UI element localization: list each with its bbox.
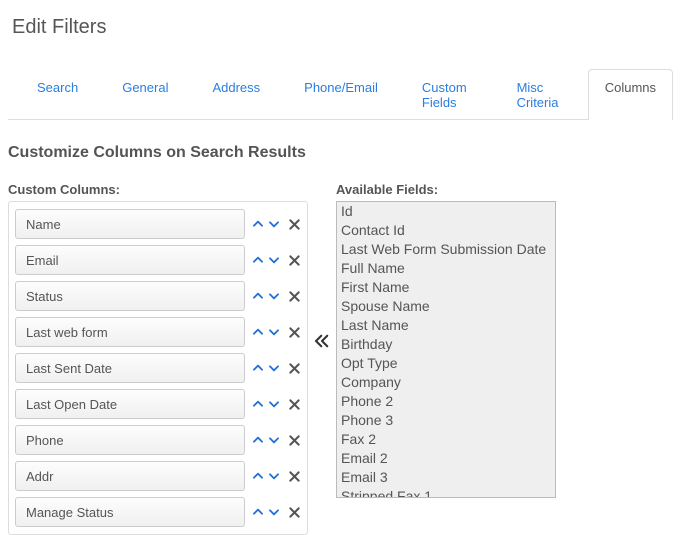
custom-column-input[interactable] bbox=[15, 317, 245, 347]
move-left-button[interactable] bbox=[313, 332, 331, 353]
move-down-icon[interactable] bbox=[267, 325, 281, 339]
custom-column-input[interactable] bbox=[15, 389, 245, 419]
custom-column-input[interactable] bbox=[15, 281, 245, 311]
available-fields-list[interactable]: IdContact IdLast Web Form Submission Dat… bbox=[336, 201, 556, 498]
custom-column-row bbox=[15, 245, 301, 275]
remove-icon[interactable] bbox=[287, 325, 301, 339]
available-field-item[interactable]: Stripped Fax 1 bbox=[339, 487, 553, 498]
custom-column-row bbox=[15, 353, 301, 383]
move-down-icon[interactable] bbox=[267, 433, 281, 447]
tab-address[interactable]: Address bbox=[195, 69, 277, 120]
tabs-bar: SearchGeneralAddressPhone/EmailCustom Fi… bbox=[8, 69, 673, 120]
available-field-item[interactable]: Spouse Name bbox=[339, 297, 553, 316]
available-field-item[interactable]: Last Name bbox=[339, 316, 553, 335]
available-field-item[interactable]: Company bbox=[339, 373, 553, 392]
available-field-item[interactable]: Phone 2 bbox=[339, 392, 553, 411]
row-controls bbox=[251, 217, 301, 231]
tab-misc-criteria[interactable]: Misc Criteria bbox=[500, 69, 578, 120]
page-title: Edit Filters bbox=[12, 16, 673, 39]
available-field-item[interactable]: Email 2 bbox=[339, 449, 553, 468]
remove-icon[interactable] bbox=[287, 505, 301, 519]
available-field-item[interactable]: Contact Id bbox=[339, 221, 553, 240]
move-down-icon[interactable] bbox=[267, 505, 281, 519]
custom-column-input[interactable] bbox=[15, 209, 245, 239]
available-field-item[interactable]: Email 3 bbox=[339, 468, 553, 487]
custom-column-row bbox=[15, 389, 301, 419]
row-controls bbox=[251, 397, 301, 411]
remove-icon[interactable] bbox=[287, 253, 301, 267]
custom-column-row bbox=[15, 281, 301, 311]
available-field-item[interactable]: Id bbox=[339, 202, 553, 221]
available-field-item[interactable]: Fax 2 bbox=[339, 430, 553, 449]
remove-icon[interactable] bbox=[287, 289, 301, 303]
row-controls bbox=[251, 361, 301, 375]
custom-column-input[interactable] bbox=[15, 353, 245, 383]
custom-column-input[interactable] bbox=[15, 461, 245, 491]
custom-column-input[interactable] bbox=[15, 497, 245, 527]
available-field-item[interactable]: Last Web Form Submission Date bbox=[339, 240, 553, 259]
remove-icon[interactable] bbox=[287, 433, 301, 447]
tab-columns[interactable]: Columns bbox=[588, 69, 673, 120]
custom-column-row bbox=[15, 425, 301, 455]
row-controls bbox=[251, 253, 301, 267]
row-controls bbox=[251, 325, 301, 339]
move-up-icon[interactable] bbox=[251, 505, 265, 519]
available-field-item[interactable]: Birthday bbox=[339, 335, 553, 354]
tab-custom-fields[interactable]: Custom Fields bbox=[405, 69, 490, 120]
available-field-item[interactable]: Full Name bbox=[339, 259, 553, 278]
custom-columns-panel: Custom Columns: bbox=[8, 182, 308, 535]
move-up-icon[interactable] bbox=[251, 397, 265, 411]
custom-column-row bbox=[15, 317, 301, 347]
move-up-icon[interactable] bbox=[251, 433, 265, 447]
tab-search[interactable]: Search bbox=[20, 69, 95, 120]
row-controls bbox=[251, 289, 301, 303]
available-fields-panel: Available Fields: IdContact IdLast Web F… bbox=[336, 182, 556, 498]
custom-columns-label: Custom Columns: bbox=[8, 182, 308, 197]
move-up-icon[interactable] bbox=[251, 217, 265, 231]
custom-columns-list bbox=[8, 201, 308, 535]
tab-phone-email[interactable]: Phone/Email bbox=[287, 69, 395, 120]
move-up-icon[interactable] bbox=[251, 325, 265, 339]
available-field-item[interactable]: Phone 3 bbox=[339, 411, 553, 430]
section-title: Customize Columns on Search Results bbox=[8, 144, 673, 162]
custom-column-input[interactable] bbox=[15, 425, 245, 455]
remove-icon[interactable] bbox=[287, 361, 301, 375]
custom-column-row bbox=[15, 497, 301, 527]
custom-column-row bbox=[15, 209, 301, 239]
move-down-icon[interactable] bbox=[267, 361, 281, 375]
columns-editor: Custom Columns: Available Fields: IdCont… bbox=[8, 182, 673, 535]
remove-icon[interactable] bbox=[287, 397, 301, 411]
move-up-icon[interactable] bbox=[251, 469, 265, 483]
move-up-icon[interactable] bbox=[251, 253, 265, 267]
move-up-icon[interactable] bbox=[251, 289, 265, 303]
row-controls bbox=[251, 505, 301, 519]
available-field-item[interactable]: First Name bbox=[339, 278, 553, 297]
move-up-icon[interactable] bbox=[251, 361, 265, 375]
remove-icon[interactable] bbox=[287, 469, 301, 483]
remove-icon[interactable] bbox=[287, 217, 301, 231]
custom-column-row bbox=[15, 461, 301, 491]
row-controls bbox=[251, 469, 301, 483]
move-down-icon[interactable] bbox=[267, 469, 281, 483]
move-down-icon[interactable] bbox=[267, 253, 281, 267]
tab-general[interactable]: General bbox=[105, 69, 185, 120]
move-down-icon[interactable] bbox=[267, 289, 281, 303]
move-down-icon[interactable] bbox=[267, 217, 281, 231]
move-down-icon[interactable] bbox=[267, 397, 281, 411]
available-fields-label: Available Fields: bbox=[336, 182, 556, 197]
row-controls bbox=[251, 433, 301, 447]
available-field-item[interactable]: Opt Type bbox=[339, 354, 553, 373]
move-controls bbox=[308, 182, 336, 353]
custom-column-input[interactable] bbox=[15, 245, 245, 275]
